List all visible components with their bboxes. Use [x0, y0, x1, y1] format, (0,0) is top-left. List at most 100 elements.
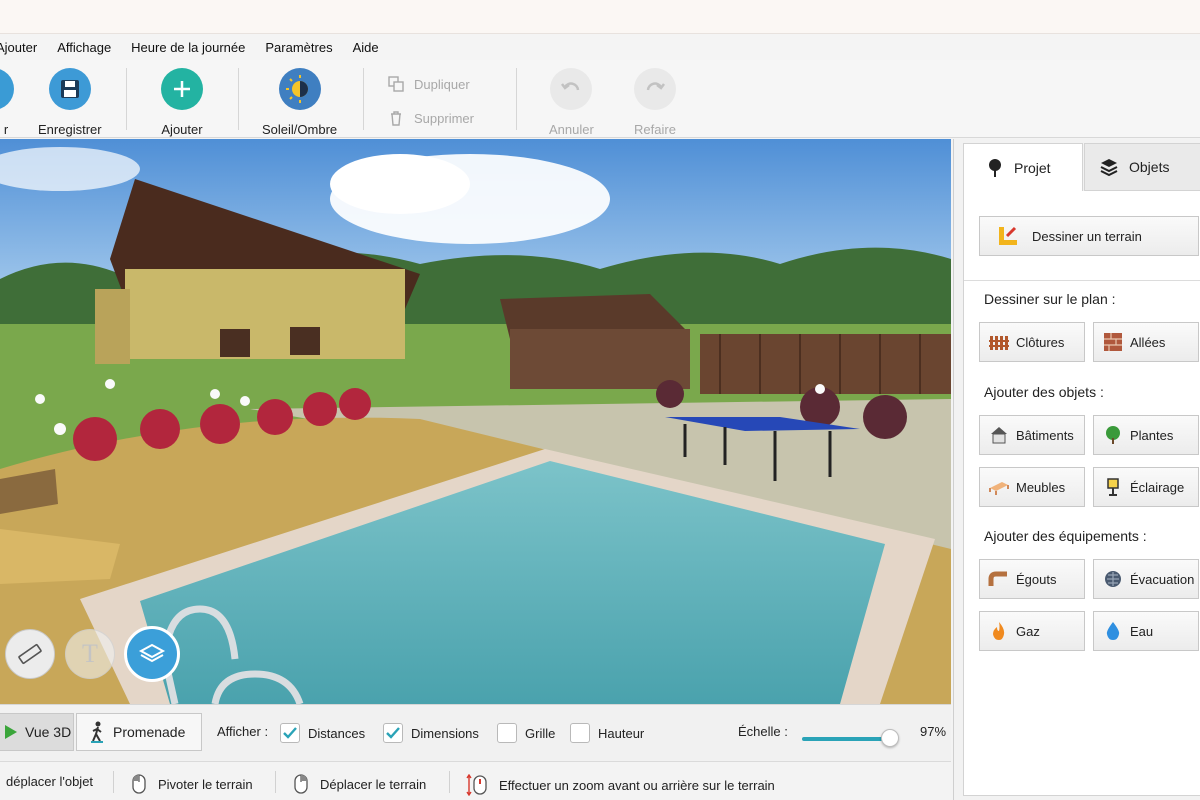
delete-button[interactable]: Supprimer [388, 110, 474, 126]
garden-scene [0, 139, 951, 704]
water-drop-icon [1102, 620, 1124, 642]
path-icon [1102, 331, 1124, 353]
paths-label: Allées [1130, 334, 1166, 350]
gas-label: Gaz [1016, 623, 1040, 639]
toolbar: r Enregistrer Ajouter Soleil/Ombre Dupli… [0, 60, 1200, 138]
ruler-tool-button[interactable] [5, 629, 55, 679]
text-icon: T [82, 639, 98, 668]
save-label: Enregistrer [38, 122, 102, 137]
duplicate-icon [388, 76, 404, 92]
menu-aide[interactable]: Aide [353, 40, 379, 55]
fences-button[interactable]: Clôtures [979, 322, 1085, 362]
layers-button[interactable] [124, 626, 180, 682]
paths-button[interactable]: Allées [1093, 322, 1199, 362]
sun-shadow-button[interactable]: Soleil/Ombre [262, 68, 337, 137]
plants-button[interactable]: Plantes [1093, 415, 1199, 455]
menu-heure-journee[interactable]: Heure de la journée [131, 40, 245, 55]
section-add-objects: Ajouter des objets : [984, 384, 1104, 400]
water-label: Eau [1130, 623, 1154, 639]
drain-icon [1102, 568, 1124, 590]
menu-parametres[interactable]: Paramètres [265, 40, 332, 55]
toolbar-divider [238, 68, 239, 130]
view-3d-icon [5, 725, 17, 739]
sun-shadow-label: Soleil/Ombre [262, 122, 338, 137]
tab-project-label: Projet [1014, 159, 1051, 176]
sewers-label: Égouts [1016, 571, 1057, 587]
walk-button[interactable]: Promenade [76, 713, 202, 751]
add-label: Ajouter [161, 122, 203, 137]
grid-option[interactable]: Grille [497, 723, 555, 743]
furniture-button[interactable]: Meubles [979, 467, 1085, 507]
drainage-button[interactable]: Évacuation [1093, 559, 1199, 599]
hint-zoom-label: Effectuer un zoom avant ou arrière sur l… [499, 777, 775, 793]
undo-button[interactable]: Annuler [549, 68, 594, 137]
sun-shadow-icon [278, 68, 321, 110]
menu-affichage[interactable]: Affichage [57, 40, 111, 55]
scale-slider-thumb[interactable] [881, 729, 899, 747]
height-checkbox[interactable] [570, 723, 590, 743]
hint-divider [113, 771, 114, 793]
draw-terrain-label: Dessiner un terrain [1032, 228, 1142, 244]
plant-icon [1102, 424, 1124, 446]
toolbar-divider [516, 68, 517, 130]
scale-label: Échelle : [738, 724, 788, 739]
view-3d-label: Vue 3D [25, 724, 72, 740]
redo-label: Refaire [634, 122, 676, 137]
height-option[interactable]: Hauteur [570, 723, 644, 743]
scale-value: 97% [920, 724, 947, 739]
open-label: r [3, 122, 9, 137]
pipe-icon [988, 568, 1010, 590]
redo-button[interactable]: Refaire [634, 68, 676, 137]
dimensions-option[interactable]: Dimensions [383, 723, 479, 743]
add-button[interactable]: Ajouter [161, 68, 203, 137]
ruler-icon [18, 644, 42, 664]
lighting-button[interactable]: Éclairage [1093, 467, 1199, 507]
menu-bar: Ajouter Affichage Heure de la journée Pa… [0, 34, 1200, 60]
plants-label: Plantes [1130, 427, 1174, 443]
water-button[interactable]: Eau [1093, 611, 1199, 651]
layers-icon [1100, 159, 1118, 177]
save-button[interactable]: Enregistrer [38, 68, 102, 137]
save-icon [48, 68, 91, 110]
flame-icon [988, 620, 1010, 642]
open-icon [0, 68, 14, 110]
hints-bar: déplacer l'objet Pivoter le terrain Dépl… [0, 761, 951, 800]
hint-pan: Déplacer le terrain [294, 774, 426, 794]
duplicate-label: Dupliquer [414, 76, 470, 92]
buildings-button[interactable]: Bâtiments [979, 415, 1085, 455]
text-tool-button[interactable]: T [65, 629, 115, 679]
sewers-button[interactable]: Égouts [979, 559, 1085, 599]
distances-checkbox[interactable] [280, 723, 300, 743]
tab-objects-label: Objets [1129, 159, 1170, 175]
open-button[interactable]: r [0, 68, 14, 137]
section-add-equipment: Ajouter des équipements : [984, 528, 1147, 544]
draw-terrain-button[interactable]: Dessiner un terrain [979, 216, 1199, 256]
hint-zoom: Effectuer un zoom avant ou arrière sur l… [465, 774, 775, 796]
gas-button[interactable]: Gaz [979, 611, 1085, 651]
mouse-right-icon [294, 774, 308, 794]
lighting-label: Éclairage [1130, 479, 1185, 495]
distances-option[interactable]: Distances [280, 723, 365, 743]
drainage-label: Évacuation [1130, 571, 1195, 587]
dimensions-label: Dimensions [411, 725, 479, 741]
3d-viewport[interactable]: T [0, 139, 951, 704]
walk-label: Promenade [113, 724, 186, 740]
view-3d-button[interactable]: Vue 3D [0, 713, 74, 751]
show-label: Afficher : [217, 724, 269, 739]
hint-rotate: Pivoter le terrain [132, 774, 253, 794]
hint-move-object-label: déplacer l'objet [6, 774, 94, 789]
dimensions-checkbox[interactable] [383, 723, 403, 743]
right-panel: Projet Objets Dessiner un terrain Dessin… [953, 139, 1200, 800]
scale-slider-track[interactable] [802, 737, 892, 741]
hint-pan-label: Déplacer le terrain [320, 776, 427, 792]
menu-ajouter[interactable]: Ajouter [0, 40, 37, 55]
tab-project[interactable]: Projet [963, 143, 1083, 191]
distances-label: Distances [308, 725, 366, 741]
undo-icon [550, 68, 593, 110]
tab-objects[interactable]: Objets [1084, 143, 1200, 191]
draw-terrain-icon [999, 226, 1017, 245]
duplicate-button[interactable]: Dupliquer [388, 76, 470, 92]
fence-icon [988, 331, 1010, 353]
grid-checkbox[interactable] [497, 723, 517, 743]
panel-divider [964, 280, 1200, 281]
